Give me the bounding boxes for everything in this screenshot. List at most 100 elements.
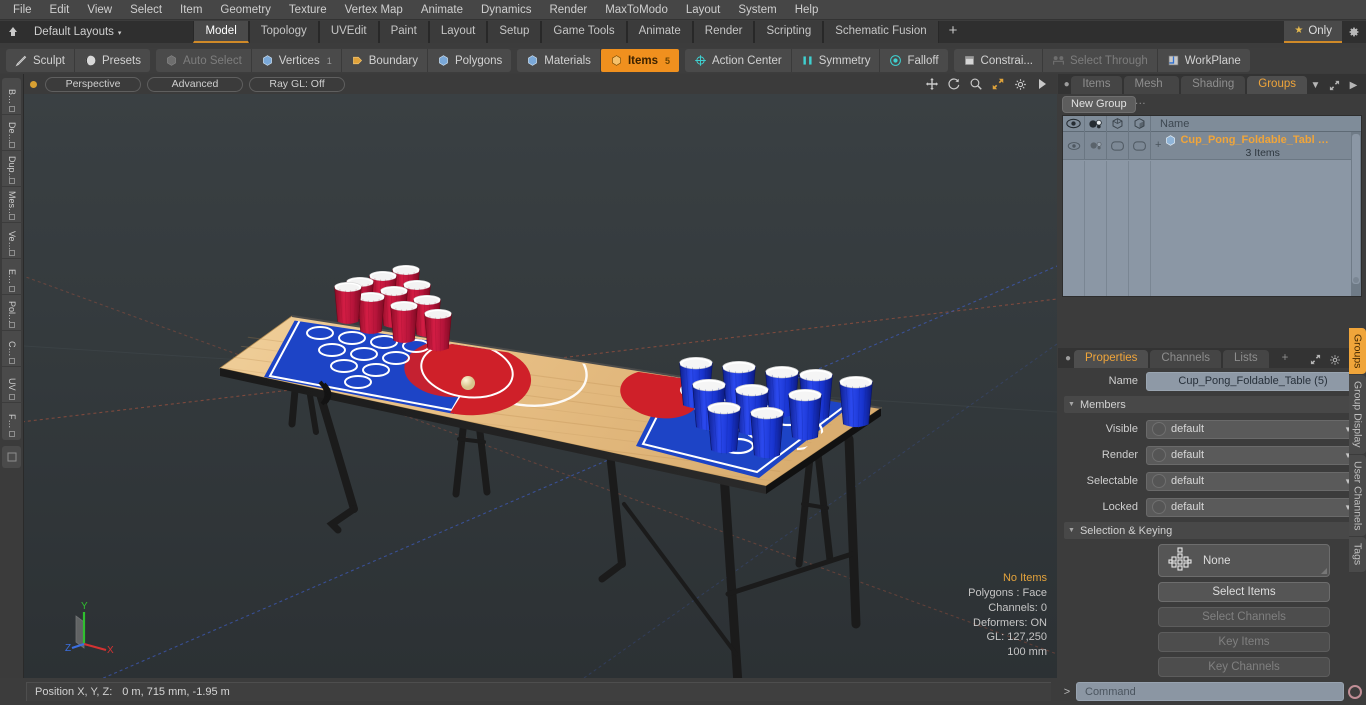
name-field[interactable]: Cup_Pong_Foldable_Table (5) [1146, 371, 1360, 391]
key-channels-button[interactable]: Key Channels [1158, 657, 1330, 677]
shaded-icon[interactable] [1129, 115, 1151, 132]
rail-item-edge[interactable]: E… [2, 259, 22, 295]
chevron-down-icon[interactable]: ▼ [1309, 79, 1322, 92]
viewport-projection-selector[interactable]: Perspective [45, 76, 141, 92]
menu-vertex-map[interactable]: Vertex Map [336, 0, 412, 20]
rotate-icon[interactable] [947, 77, 961, 91]
selectable-knob[interactable] [1152, 474, 1166, 488]
vtab-user-channels[interactable]: User Channels [1349, 454, 1366, 538]
select-channels-button[interactable]: Select Channels [1158, 607, 1330, 627]
tab-schematic-fusion[interactable]: Schematic Fusion [823, 21, 939, 43]
menu-animate[interactable]: Animate [412, 0, 472, 20]
vtab-tags[interactable]: Tags [1349, 537, 1366, 573]
tool-sculpt[interactable]: Sculpt [6, 49, 75, 72]
move-icon[interactable] [925, 77, 939, 91]
viewport-3d-canvas[interactable]: Y X Z No Items Polygons : Face Channels:… [24, 94, 1057, 678]
menu-file[interactable]: File [4, 0, 41, 20]
tab-paint[interactable]: Paint [378, 21, 429, 43]
tab-properties[interactable]: Properties [1074, 350, 1149, 368]
tab-animate[interactable]: Animate [626, 21, 693, 43]
tab-model[interactable]: Model [193, 21, 249, 43]
viewport-shading-selector[interactable]: Advanced [147, 76, 243, 92]
render-knob[interactable] [1152, 448, 1166, 462]
tab-game-tools[interactable]: Game Tools [541, 21, 627, 43]
play-icon[interactable]: ▶ [1347, 79, 1360, 92]
zoom-icon[interactable] [969, 77, 983, 91]
gear-icon[interactable] [1013, 77, 1027, 91]
menu-edit[interactable]: Edit [41, 0, 79, 20]
tool-vertices[interactable]: Vertices 1 [252, 49, 342, 72]
gear-icon[interactable] [1328, 353, 1341, 366]
menu-geometry[interactable]: Geometry [211, 0, 280, 20]
vtab-group-display[interactable]: Group Display [1349, 375, 1366, 455]
tab-groups[interactable]: Groups [1247, 76, 1307, 94]
group-row-name-cell[interactable]: + Cup_Pong_Foldable_Tabl … 3 Items [1151, 133, 1361, 159]
rail-item-polygon[interactable]: Pol… [2, 295, 22, 331]
menu-system[interactable]: System [729, 0, 785, 20]
rail-item-extra[interactable] [2, 446, 21, 468]
group-list-scroll-thumb[interactable] [1352, 134, 1360, 284]
tab-layout[interactable]: Layout [428, 21, 488, 43]
tool-falloff[interactable]: Falloff [880, 49, 947, 72]
render-icon[interactable] [1085, 115, 1107, 132]
members-section-header[interactable]: ▼ Members [1064, 396, 1358, 413]
tab-scripting[interactable]: Scripting [754, 21, 824, 43]
visible-dropdown[interactable]: default ▼ [1146, 419, 1360, 439]
menu-layout[interactable]: Layout [677, 0, 730, 20]
vtab-groups[interactable]: Groups [1349, 328, 1366, 376]
only-toggle-button[interactable]: ★ Only [1284, 21, 1342, 43]
selection-keying-section-header[interactable]: ▼ Selection & Keying [1064, 522, 1358, 539]
tool-materials[interactable]: Materials [517, 49, 601, 72]
tab-lists[interactable]: Lists [1223, 350, 1269, 368]
group-list-scrollbar[interactable] [1351, 132, 1361, 296]
tab-topology[interactable]: Topology [248, 21, 319, 43]
tab-uvedit[interactable]: UVEdit [318, 21, 379, 43]
rail-item-curve[interactable]: C… [2, 331, 22, 367]
group-list[interactable]: Name + Cup_Pong_Foldable_Tabl … 3 Items [1062, 115, 1362, 297]
rail-item-fusion[interactable]: F… [2, 403, 22, 439]
record-icon[interactable] [1344, 684, 1366, 699]
row-shaded-toggle[interactable] [1129, 131, 1151, 160]
add-properties-tab-button[interactable]: + [1271, 350, 1300, 368]
tool-workplane[interactable]: WorkPlane [1158, 49, 1250, 72]
row-expander[interactable]: + [1155, 134, 1161, 151]
fit-icon[interactable] [991, 77, 1005, 91]
add-tab-button[interactable]: + [939, 21, 968, 43]
tab-items[interactable]: Items [1071, 76, 1122, 94]
tool-select-through[interactable]: Select Through [1043, 49, 1158, 72]
tool-presets[interactable]: Presets [75, 49, 150, 72]
tab-mesh[interactable]: Mesh … [1123, 76, 1180, 107]
menu-dynamics[interactable]: Dynamics [472, 0, 540, 20]
tool-polygons[interactable]: Polygons [428, 49, 511, 72]
tool-symmetry[interactable]: Symmetry [792, 49, 881, 72]
home-icon[interactable] [0, 21, 26, 43]
layout-selector[interactable]: Default Layouts ▾ [26, 26, 129, 38]
render-dropdown[interactable]: default ▼ [1146, 445, 1360, 465]
menu-view[interactable]: View [78, 0, 121, 20]
rail-item-duplicate[interactable]: Dup… [2, 151, 22, 187]
locked-knob[interactable] [1152, 500, 1166, 514]
eye-icon[interactable] [1063, 115, 1085, 132]
rail-item-uv[interactable]: UV [2, 367, 22, 403]
menu-texture[interactable]: Texture [280, 0, 336, 20]
viewport-raygl-selector[interactable]: Ray GL: Off [249, 76, 345, 92]
select-items-button[interactable]: Select Items [1158, 582, 1330, 602]
selectable-dropdown[interactable]: default ▼ [1146, 471, 1360, 491]
locked-dropdown[interactable]: default ▼ [1146, 497, 1360, 517]
panel-spin-icon[interactable]: ● [1062, 74, 1071, 94]
rail-item-basic[interactable]: B… [2, 79, 22, 115]
tool-constraints[interactable]: Constrai... [954, 49, 1043, 72]
play-icon[interactable] [1035, 77, 1049, 91]
tab-render[interactable]: Render [692, 21, 755, 43]
menu-item[interactable]: Item [171, 0, 211, 20]
table-row[interactable]: + Cup_Pong_Foldable_Tabl … 3 Items [1063, 131, 1361, 160]
rail-item-vertex[interactable]: Ve… [2, 223, 22, 259]
row-wire-toggle[interactable] [1107, 131, 1129, 160]
tool-boundary[interactable]: Boundary [342, 49, 428, 72]
row-eye-toggle[interactable] [1063, 131, 1085, 160]
tool-auto-select[interactable]: Auto Select [156, 49, 252, 72]
menu-render[interactable]: Render [540, 0, 596, 20]
row-render-toggle[interactable] [1085, 131, 1107, 160]
menu-maxtomodo[interactable]: MaxToModo [596, 0, 677, 20]
key-items-button[interactable]: Key Items [1158, 632, 1330, 652]
